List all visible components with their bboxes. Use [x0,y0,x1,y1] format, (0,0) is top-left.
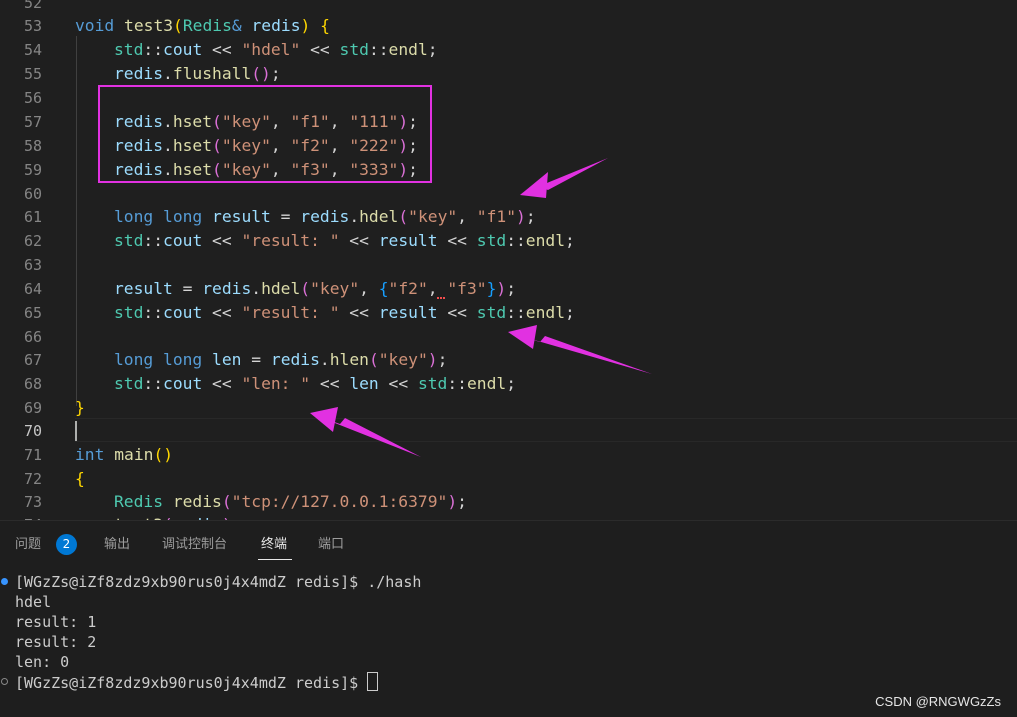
terminal-line: result: 2 [15,633,97,651]
code-editor[interactable]: 52 53 void test3(Redis& redis) { 54 std:… [0,0,1017,520]
watermark: CSDN @RNGWGzZs [875,694,1001,709]
arrow-1-head [520,172,548,198]
arrow-3-head [310,407,338,432]
terminal-line: hdel [15,593,52,611]
terminal-line: len: 0 [15,653,70,671]
terminal-cursor [367,672,379,691]
terminal-line[interactable]: [WGzZs@iZf8zdz9xb90rus0j4x4mdZ redis]$ .… [15,572,421,592]
terminal-prompt[interactable]: [WGzZs@iZf8zdz9xb90rus0j4x4mdZ redis]$ [15,672,379,693]
tab-ports[interactable]: 端口 [318,533,344,552]
command-success-dot-icon[interactable] [1,578,8,585]
active-tab-indicator [258,559,292,560]
arrow-2-head [508,325,537,349]
panel-tabs: 问题 2 输出 调试控制台 终端 端口 [0,521,1017,561]
bottom-panel: 问题 2 输出 调试控制台 终端 端口 [WGzZs@iZf8zdz9xb90r… [0,520,1017,717]
terminal-line: result: 1 [15,613,97,631]
problems-count-badge: 2 [56,534,77,555]
tab-debug-console[interactable]: 调试控制台 [162,533,227,552]
annotation-arrows [310,158,652,457]
command-pending-dot-icon[interactable] [1,678,8,685]
tab-terminal[interactable]: 终端 [261,533,287,552]
tab-problems[interactable]: 问题 [15,533,41,552]
tab-output[interactable]: 输出 [104,533,130,552]
